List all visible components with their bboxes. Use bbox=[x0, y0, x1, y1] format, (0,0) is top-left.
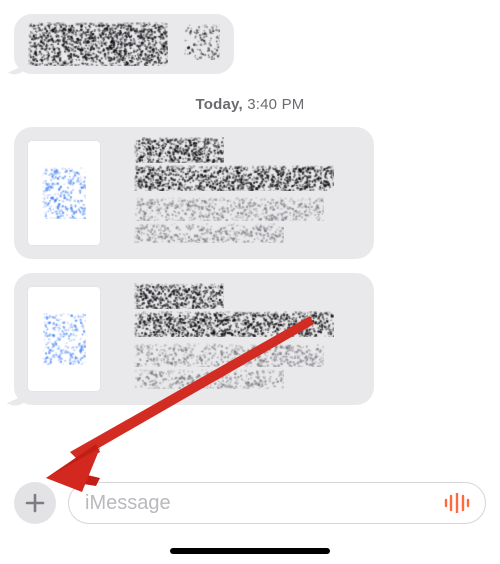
file-thumbnail[interactable] bbox=[28, 141, 100, 245]
incoming-message-bubble[interactable] bbox=[14, 14, 234, 74]
message-input[interactable]: iMessage bbox=[68, 482, 486, 524]
plus-icon bbox=[24, 492, 46, 514]
file-thumbnail[interactable] bbox=[28, 287, 100, 391]
home-indicator[interactable] bbox=[170, 548, 330, 554]
compose-bar: iMessage bbox=[0, 478, 500, 528]
incoming-attachment-bubble[interactable] bbox=[14, 273, 374, 405]
voice-message-button[interactable] bbox=[443, 489, 471, 517]
timestamp-time: 3:40 PM bbox=[247, 96, 304, 113]
add-attachment-button[interactable] bbox=[14, 482, 56, 524]
timestamp-day: Today bbox=[196, 96, 239, 113]
voice-message-icon bbox=[444, 493, 470, 513]
timestamp-separator: Today, 3:40 PM bbox=[14, 96, 486, 113]
incoming-attachment-bubble[interactable] bbox=[14, 127, 374, 259]
message-list: Today, 3:40 PM bbox=[0, 0, 500, 405]
message-input-placeholder: iMessage bbox=[85, 492, 443, 515]
